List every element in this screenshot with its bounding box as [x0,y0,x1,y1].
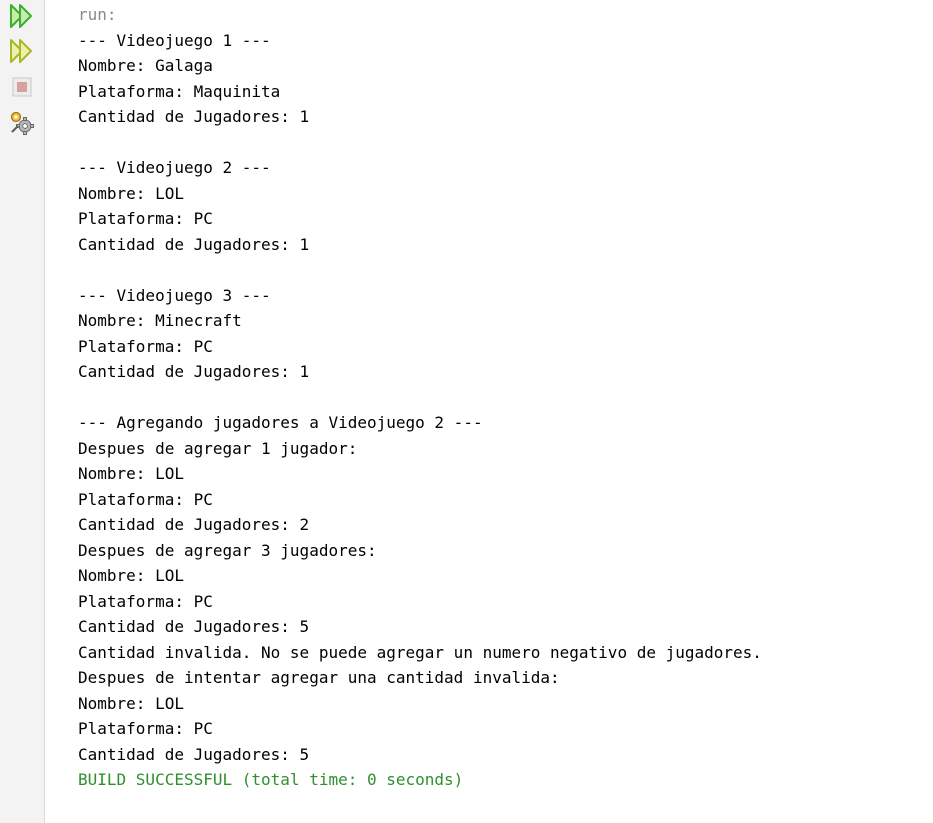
console-line: Cantidad invalida. No se puede agregar u… [78,642,762,662]
console-line: Cantidad de Jugadores: 1 [78,107,310,126]
console-line: Cantidad de Jugadores: 5 [78,744,310,764]
console-line: Plataforma: PC [78,489,213,509]
stop-icon [12,77,32,97]
run-prompt-line: run: [78,5,117,24]
console-line: Nombre: Galaga [78,56,213,75]
console-line: Nombre: LOL [78,183,184,203]
console-line: --- Videojuego 1 --- [78,30,271,50]
console-line: --- Agregando jugadores a Videojuego 2 -… [78,413,483,432]
double-play-icon [10,39,32,63]
console-line: --- Videojuego 2 --- [78,158,271,177]
stop-button[interactable] [8,73,36,101]
console-line: Nombre: LOL [78,464,184,483]
console-line: Cantidad de Jugadores: 1 [78,362,310,381]
output-toolbar [0,0,45,823]
settings-button[interactable] [8,109,36,137]
build-status-line: BUILD SUCCESSFUL (total time: 0 seconds) [78,770,464,789]
console-line: Plataforma: PC [78,336,213,356]
console-line: Despues de agregar 1 jugador: [78,438,358,458]
rerun-button[interactable] [8,37,36,65]
console-line: Nombre: Minecraft [78,311,242,330]
console-output[interactable]: run: --- Videojuego 1 --- Nombre: Galaga Pl… [78,2,933,823]
console-line: Nombre: LOL [78,693,184,713]
console-line: Plataforma: PC [78,209,213,228]
console-line: Cantidad de Jugadores: 1 [78,234,310,254]
double-play-icon [10,4,32,28]
console-line: Plataforma: Maquinita [78,81,281,101]
console-line: Despues de intentar agregar una cantidad… [78,668,560,687]
output-window: run: --- Videojuego 1 --- Nombre: Galaga Pl… [0,0,933,823]
console-line: Cantidad de Jugadores: 5 [78,617,310,636]
console-line: --- Videojuego 3 --- [78,285,271,305]
console-line: Despues de agregar 3 jugadores: [78,540,377,560]
console-line: Plataforma: PC [78,591,213,611]
console-line: Plataforma: PC [78,719,213,738]
run-button[interactable] [8,2,36,30]
console-line: Cantidad de Jugadores: 2 [78,515,310,534]
gear-icon [10,111,34,135]
console-line: Nombre: LOL [78,566,184,585]
